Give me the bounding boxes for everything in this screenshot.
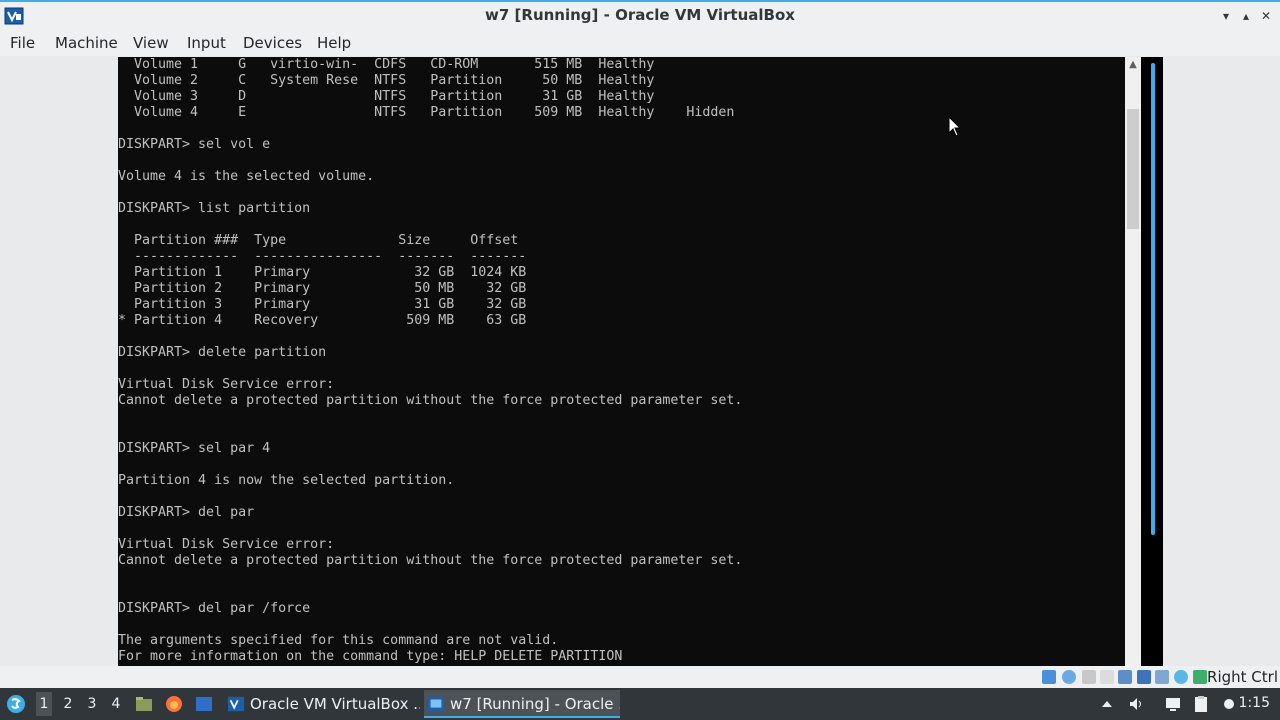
vm-display-margin (1141, 57, 1163, 666)
menu-input[interactable]: Input (187, 34, 226, 52)
system-settings-icon[interactable] (1220, 695, 1238, 713)
console-line: DISKPART> sel vol e (118, 137, 271, 152)
console-line: Partition 3 Primary 31 GB 32 GB (118, 297, 527, 312)
console-line: Volume 1 G virtio-win- CDFS CD-ROM 515 M… (118, 57, 655, 72)
console-line: DISKPART> list partition (118, 201, 311, 216)
console-line: DISKPART> del par (118, 505, 255, 520)
console-line: Cannot delete a protected partition with… (118, 393, 743, 408)
task-label: Oracle VM VirtualBox ... (250, 695, 420, 713)
desktop-switch-1[interactable]: 1 (36, 692, 52, 716)
scroll-up-arrow[interactable]: ▲ (1125, 57, 1141, 73)
mouse-pointer-icon (948, 116, 962, 137)
menu-machine[interactable]: Machine (55, 34, 118, 52)
shared-folders-icon[interactable] (1137, 670, 1151, 684)
console-line: Partition 2 Primary 50 MB 32 GB (118, 281, 527, 296)
display-icon[interactable] (1155, 670, 1169, 684)
tray-expand-icon[interactable] (1098, 695, 1116, 713)
task-w7-running[interactable]: w7 [Running] - Oracle ... (424, 690, 620, 718)
virtualization-icon[interactable] (1193, 670, 1207, 684)
minimize-button[interactable]: ▾ (1218, 8, 1234, 24)
console-line: The arguments specified for this command… (118, 633, 559, 648)
menu-help[interactable]: Help (317, 34, 351, 52)
console-line: Volume 2 C System Rese NTFS Partition 50… (118, 73, 655, 88)
console-line: Volume 4 is the selected volume. (118, 169, 375, 184)
console-line: Virtual Disk Service error: (118, 537, 335, 552)
task-virtualbox-manager[interactable]: Oracle VM VirtualBox ... (224, 690, 420, 718)
console-line: Volume 4 E NTFS Partition 509 MB Healthy… (118, 105, 735, 120)
console-scrollbar[interactable]: ▲ (1125, 57, 1141, 666)
menu-file[interactable]: File (10, 34, 35, 52)
video-capture-icon[interactable] (1174, 670, 1188, 684)
console-line: Virtual Disk Service error: (118, 377, 335, 392)
task-label: w7 [Running] - Oracle ... (450, 695, 620, 713)
window-titlebar[interactable]: w7 [Running] - Oracle VM VirtualBox ▾ ▴ … (0, 0, 1280, 30)
clock[interactable]: 1:15 (1239, 695, 1270, 711)
cmd-console[interactable]: Volume 1 G virtio-win- CDFS CD-ROM 515 M… (118, 57, 1125, 666)
menu-devices[interactable]: Devices (243, 34, 302, 52)
console-line: * Partition 4 Recovery 509 MB 63 GB (118, 313, 527, 328)
optical-drive-icon[interactable] (1062, 670, 1076, 684)
scrollbar-thumb[interactable] (1127, 109, 1139, 229)
console-line: DISKPART> sel par 4 (118, 441, 271, 456)
console-line: ------------- ---------------- ------- -… (118, 249, 527, 264)
firefox-icon[interactable] (164, 694, 184, 714)
clipboard-icon[interactable] (1192, 695, 1210, 713)
network-icon[interactable] (1100, 670, 1114, 684)
taskbar: 1 2 3 4 Oracle VM VirtualBox ... w7 [Run… (0, 688, 1280, 720)
console-line: DISKPART> del par /force (118, 601, 311, 616)
console-line: DISKPART> delete partition (118, 345, 327, 360)
menu-bar: File Machine View Input Devices Help (0, 30, 1280, 56)
vm-status-bar: Right Ctrl (0, 666, 1280, 688)
console-line: Partition 1 Primary 32 GB 1024 KB (118, 265, 527, 280)
console-line: Cannot delete a protected partition with… (118, 553, 743, 568)
console-line: Volume 3 D NTFS Partition 31 GB Healthy (118, 89, 655, 104)
desktop-switch-3[interactable]: 3 (84, 696, 100, 712)
desktop-switch-2[interactable]: 2 (60, 696, 76, 712)
maximize-button[interactable]: ▴ (1238, 8, 1254, 24)
menu-view[interactable]: View (133, 34, 169, 52)
host-scrollbar-thumb[interactable] (1151, 63, 1155, 535)
virtualbox-task-icon (227, 696, 245, 712)
window-title: w7 [Running] - Oracle VM VirtualBox (485, 6, 795, 24)
display-tray-icon[interactable] (1164, 695, 1182, 713)
desktop-switch-4[interactable]: 4 (108, 696, 124, 712)
volume-icon[interactable] (1127, 695, 1145, 713)
file-manager-icon[interactable] (134, 694, 154, 714)
audio-icon[interactable] (1082, 670, 1096, 684)
console-output: Volume 1 G virtio-win- CDFS CD-ROM 515 M… (118, 57, 742, 665)
vm-task-icon (427, 696, 445, 712)
close-button[interactable]: ✕ (1258, 8, 1274, 24)
console-line: Partition ### Type Size Offset (118, 233, 519, 248)
host-key-label[interactable]: Right Ctrl (1207, 668, 1278, 686)
hard-disk-icon[interactable] (1042, 670, 1056, 684)
terminal-icon[interactable] (194, 694, 214, 714)
console-line: For more information on the command type… (118, 649, 623, 664)
usb-icon[interactable] (1118, 670, 1132, 684)
start-menu-icon[interactable] (6, 694, 26, 714)
console-line: Partition 4 is now the selected partitio… (118, 473, 455, 488)
